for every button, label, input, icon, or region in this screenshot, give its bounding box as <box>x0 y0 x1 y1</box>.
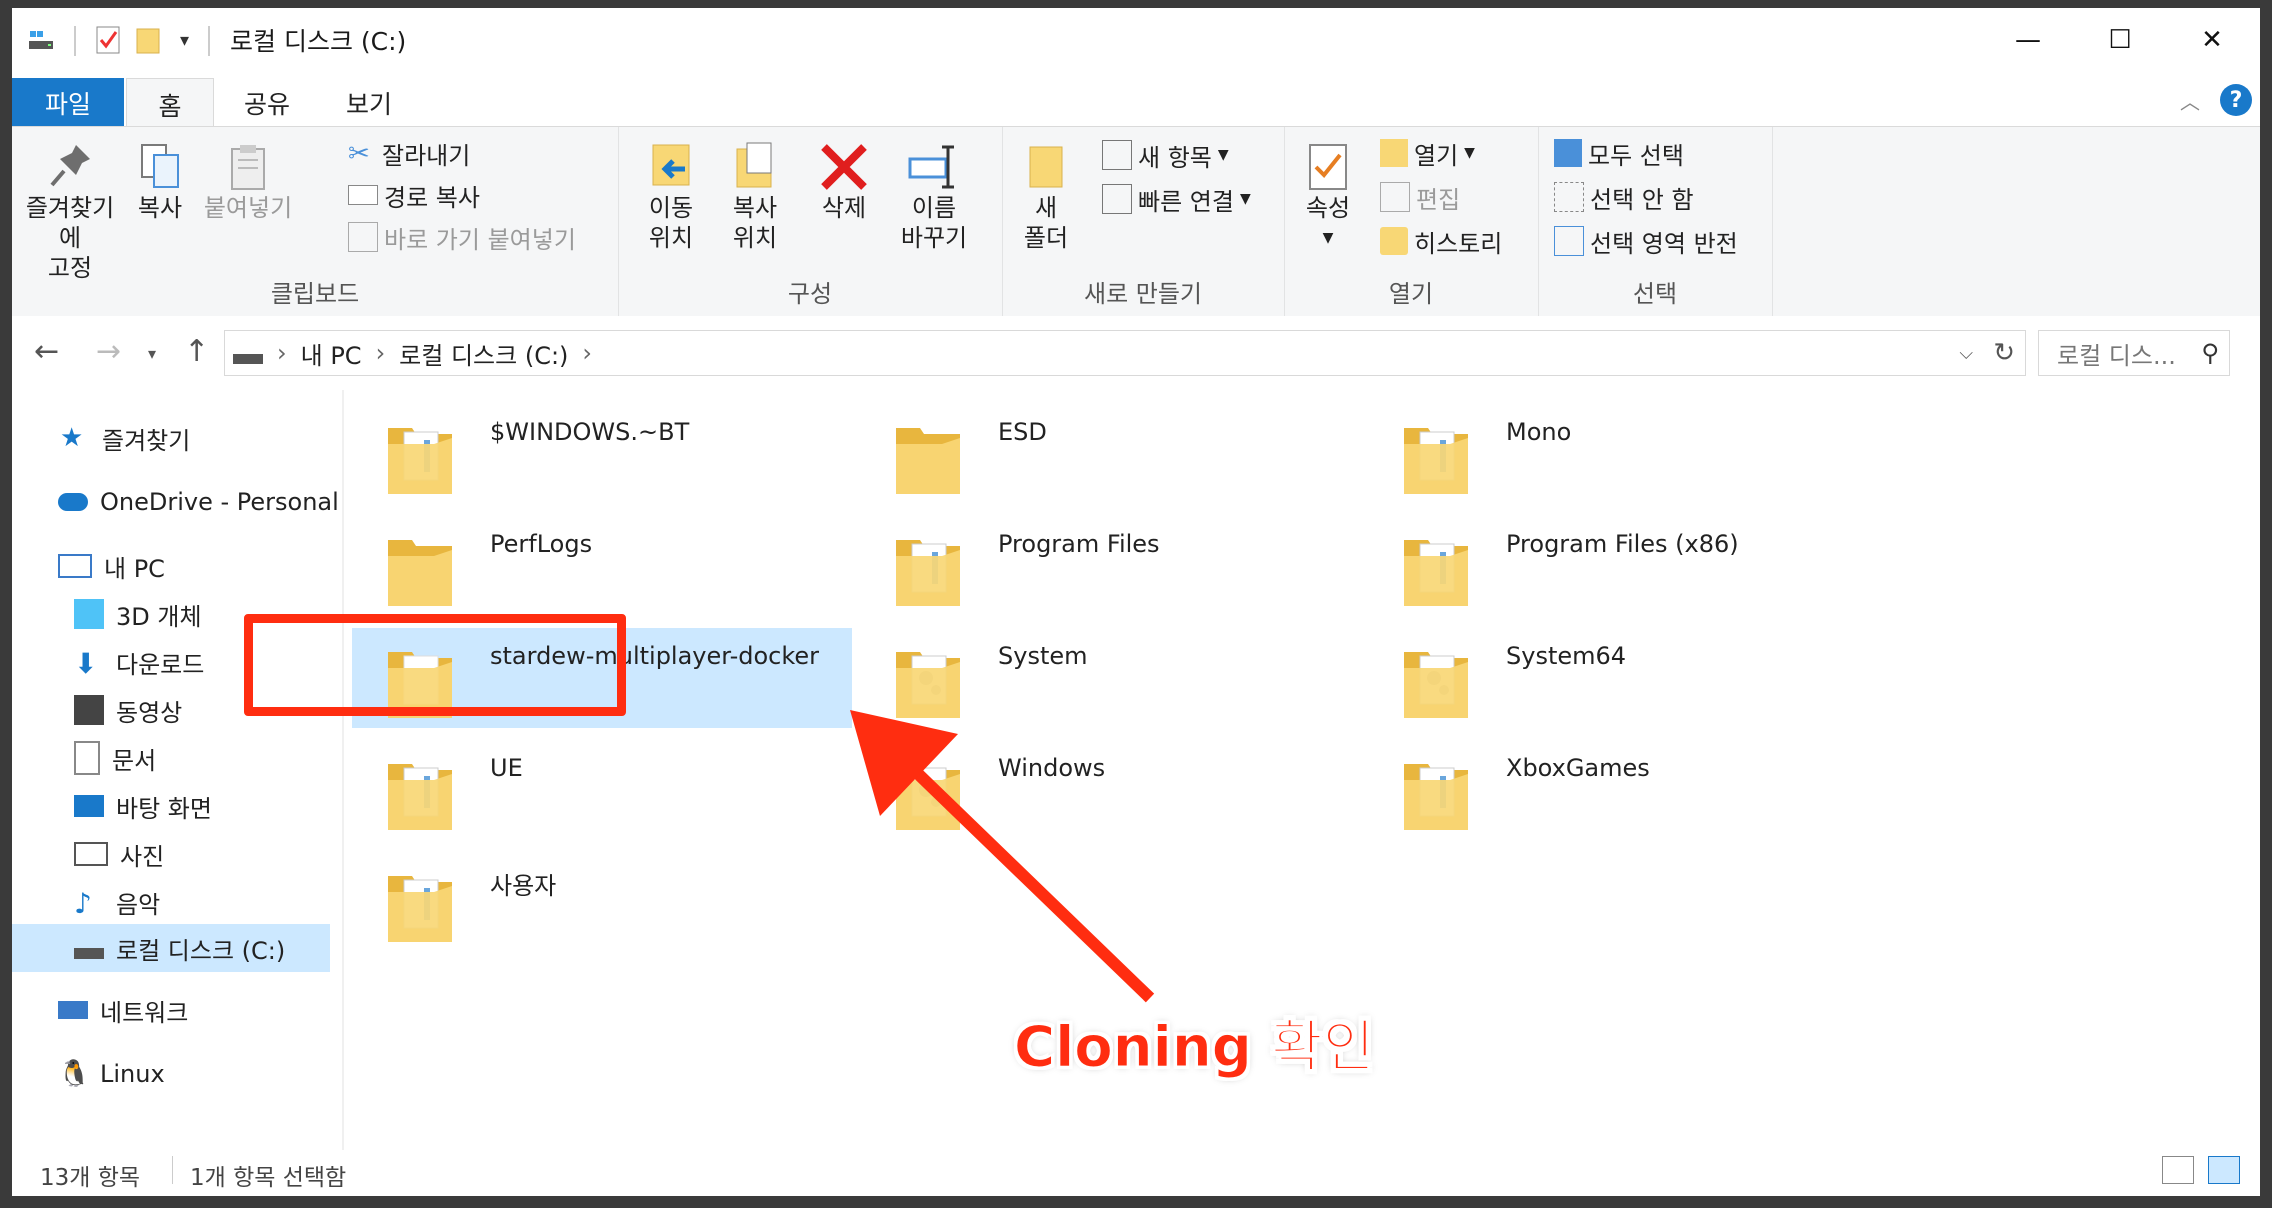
file-explorer-window: ▾ 로컬 디스크 (C:) — ☐ ✕ 파일 홈 공유 보기 ︿ ? 즐겨찾기에… <box>12 8 2260 1196</box>
selection-count: 1개 항목 선택함 <box>190 1165 347 1191</box>
annotation-label: Cloning 확인 <box>1013 1015 1375 1081</box>
large-icons-view-icon[interactable] <box>2208 1156 2240 1184</box>
details-view-icon[interactable] <box>2162 1156 2194 1184</box>
separator <box>172 1156 173 1184</box>
item-count: 13개 항목 <box>40 1165 141 1191</box>
status-bar: 13개 항목 1개 항목 선택함 <box>12 1150 2260 1196</box>
